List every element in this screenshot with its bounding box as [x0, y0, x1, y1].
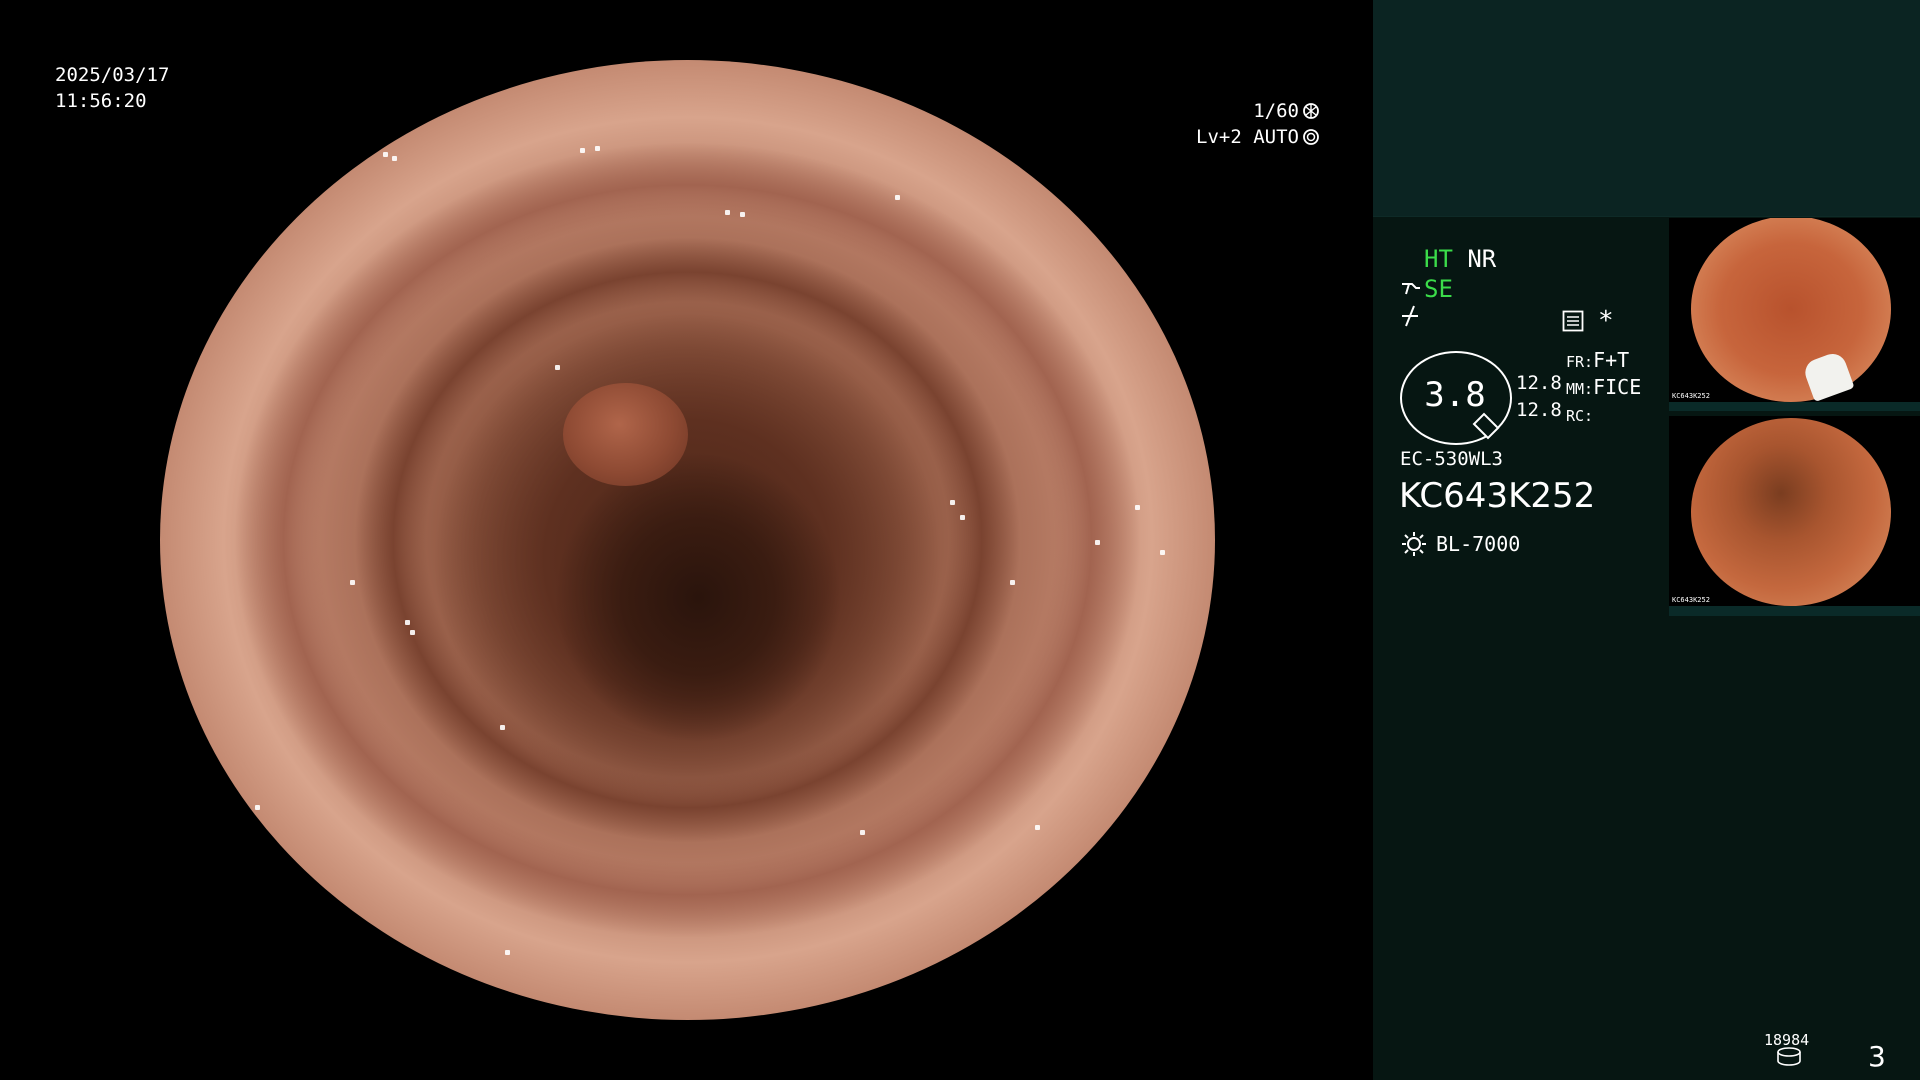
fr-value: F+T [1593, 348, 1630, 372]
scope-serial: KC643K252 [1399, 476, 1596, 516]
storage-icon [1777, 1047, 1801, 1066]
mode-row-2: SE [1400, 274, 1453, 304]
thumbnail-2[interactable]: KC643K252 [1669, 416, 1920, 616]
panel-header-area [1373, 0, 1920, 217]
light-icon [1402, 532, 1426, 556]
page-number: 3 [1868, 1040, 1886, 1073]
flash-icon [1402, 305, 1418, 327]
rc-label: RC: [1566, 407, 1594, 425]
date-label: 2025/03/17 [55, 64, 170, 86]
thumbnail-bar [1669, 402, 1920, 411]
nr-indicator: NR [1467, 245, 1497, 273]
thumbnail-caption: KC643K252 [1672, 392, 1710, 400]
level-label: Lv+2 AUTO [1196, 126, 1299, 148]
gauge-pointer-icon [1472, 412, 1500, 440]
mode-row-1: HT NR [1424, 244, 1496, 274]
tool-icon [1402, 283, 1420, 295]
fr-label: FR: [1566, 353, 1594, 371]
light-source-label: BL-7000 [1436, 532, 1521, 556]
shutter-icon [1303, 103, 1319, 119]
exposure-info: 1/60 Lv+2 AUTO [1140, 98, 1320, 150]
asterisk-indicator: * [1598, 306, 1614, 336]
thumbnail-caption: KC643K252 [1672, 596, 1710, 604]
polyp [563, 383, 688, 486]
value-column: 12.8 12.8 [1516, 370, 1562, 424]
mm-label: MM: [1566, 380, 1594, 398]
menu-row: * [1562, 306, 1614, 336]
se-indicator: SE [1424, 275, 1453, 303]
thumbnail-1[interactable]: KC643K252 [1669, 218, 1920, 411]
flash-indicator [1400, 304, 1422, 332]
menu-icon [1562, 310, 1584, 332]
time-label: 11:56:20 [55, 90, 147, 112]
ht-indicator: HT [1424, 245, 1453, 273]
value-top: 12.8 [1516, 372, 1562, 394]
endoscopic-image [160, 60, 1215, 1020]
mm-value: FICE [1593, 375, 1642, 399]
settings-column: FR:F+T MM:FICE RC: [1566, 348, 1641, 429]
thumbnail-bar [1669, 606, 1920, 616]
light-source-row: BL-7000 [1400, 530, 1520, 558]
iris-icon [1303, 129, 1319, 145]
value-bottom: 12.8 [1516, 399, 1562, 421]
date-time: 2025/03/17 11:56:20 [55, 62, 255, 114]
shutter-label: 1/60 [1253, 100, 1299, 122]
scope-model: EC-530WL3 [1400, 448, 1503, 470]
